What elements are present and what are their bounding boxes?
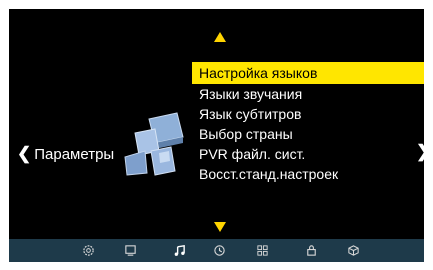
menu-item-subtitle-language[interactable]: Язык субтитров [192,104,424,124]
nav-next-category[interactable]: ❯ [416,142,424,162]
settings-gear-icon[interactable] [81,243,95,257]
lock-icon[interactable] [304,243,318,257]
nav-previous-category[interactable]: ❮ Параметры [17,144,114,164]
chevron-right-icon: ❯ [416,142,424,161]
grid-icon[interactable] [255,243,269,257]
settings-category-icon [124,112,184,176]
category-label: Параметры [34,145,115,163]
cube-icon[interactable] [346,243,360,257]
tv-menu-screen: Настройка языков Языки звучания Язык суб… [9,9,424,262]
settings-menu: Настройка языков Языки звучания Язык суб… [192,62,424,184]
menu-item-country-select[interactable]: Выбор страны [192,124,424,144]
menu-item-audio-languages[interactable]: Языки звучания [192,84,424,104]
clock-icon[interactable] [212,243,226,257]
chevron-left-icon: ❮ [17,144,32,163]
music-note-icon[interactable] [172,243,186,257]
category-bar [9,239,424,262]
picture-icon[interactable] [123,243,137,257]
menu-item-language-settings[interactable]: Настройка языков [192,62,424,84]
menu-item-pvr-file-system[interactable]: PVR файл. сист. [192,144,424,164]
scroll-down-arrow-icon[interactable] [214,222,226,232]
menu-item-factory-reset[interactable]: Восст.станд.настроек [192,164,424,184]
scroll-up-arrow-icon[interactable] [214,32,226,42]
